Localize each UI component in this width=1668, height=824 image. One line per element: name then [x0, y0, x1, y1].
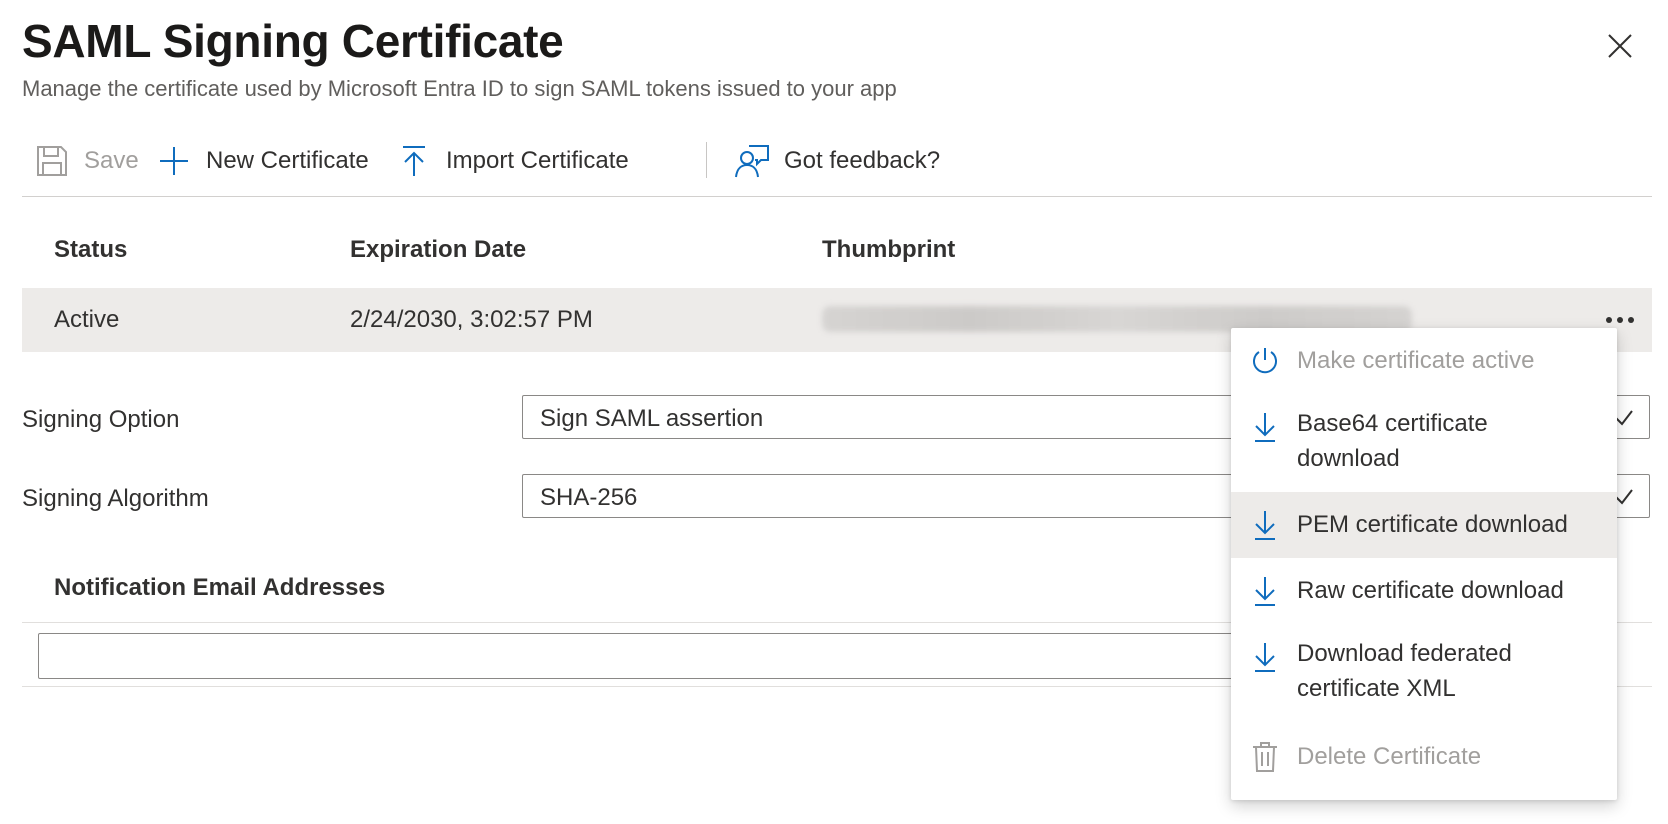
feedback-label: Got feedback? — [784, 147, 941, 174]
menu-item-federated-xml-download[interactable]: Download federated certificate XML — [1231, 624, 1617, 722]
menu-item-label: Delete Certificate — [1297, 743, 1482, 770]
menu-item-label: Make certificate active — [1297, 347, 1535, 374]
save-icon — [34, 143, 70, 179]
power-icon — [1249, 345, 1281, 377]
toolbar-divider — [706, 142, 707, 178]
close-icon — [1608, 34, 1632, 58]
certificate-context-menu: Make certificate active Base64 certifica… — [1231, 328, 1617, 800]
notification-email-input[interactable] — [38, 633, 1238, 679]
menu-item-label: Download federated certificate XML — [1297, 640, 1512, 702]
column-header-expiration-date: Expiration Date — [350, 236, 527, 263]
ellipsis-icon — [1606, 317, 1612, 323]
save-button[interactable]: Save — [34, 134, 139, 188]
command-bar: Save New Certificate Import Certificate — [22, 134, 1652, 197]
download-icon — [1249, 641, 1281, 673]
expiration-date-cell: 2/24/2030, 3:02:57 PM — [350, 306, 593, 333]
menu-item-base64-download[interactable]: Base64 certificate download — [1231, 394, 1617, 492]
trash-icon — [1249, 741, 1281, 773]
close-button[interactable] — [1600, 26, 1640, 66]
import-certificate-label: Import Certificate — [446, 147, 629, 174]
menu-item-raw-download[interactable]: Raw certificate download — [1231, 558, 1617, 624]
menu-item-label: PEM certificate download — [1297, 511, 1568, 538]
signing-option-label: Signing Option — [22, 406, 180, 433]
upload-icon — [396, 143, 432, 179]
menu-item-label: Raw certificate download — [1297, 577, 1564, 604]
new-certificate-button[interactable]: New Certificate — [156, 134, 369, 188]
column-header-thumbprint: Thumbprint — [822, 236, 956, 263]
status-cell: Active — [54, 306, 120, 333]
menu-item-label: Base64 certificate download — [1297, 410, 1488, 472]
menu-item-pem-download[interactable]: PEM certificate download — [1231, 492, 1617, 558]
signing-algorithm-value: SHA-256 — [540, 484, 638, 511]
notification-email-title: Notification Email Addresses — [54, 574, 386, 601]
signing-option-value: Sign SAML assertion — [540, 405, 764, 432]
download-icon — [1249, 509, 1281, 541]
saml-signing-certificate-panel: SAML Signing Certificate Manage the cert… — [0, 0, 1668, 824]
feedback-button[interactable]: Got feedback? — [734, 134, 940, 188]
save-label: Save — [84, 147, 139, 174]
download-icon — [1249, 411, 1281, 443]
menu-item-delete-certificate[interactable]: Delete Certificate — [1231, 722, 1617, 794]
download-icon — [1249, 575, 1281, 607]
new-certificate-label: New Certificate — [206, 147, 369, 174]
signing-algorithm-label: Signing Algorithm — [22, 485, 209, 512]
column-header-status: Status — [54, 236, 128, 263]
plus-icon — [156, 143, 192, 179]
menu-item-make-certificate-active[interactable]: Make certificate active — [1231, 328, 1617, 394]
feedback-icon — [734, 143, 770, 179]
import-certificate-button[interactable]: Import Certificate — [396, 134, 629, 188]
page-title: SAML Signing Certificate — [22, 15, 564, 67]
page-subtitle: Manage the certificate used by Microsoft… — [22, 76, 897, 101]
